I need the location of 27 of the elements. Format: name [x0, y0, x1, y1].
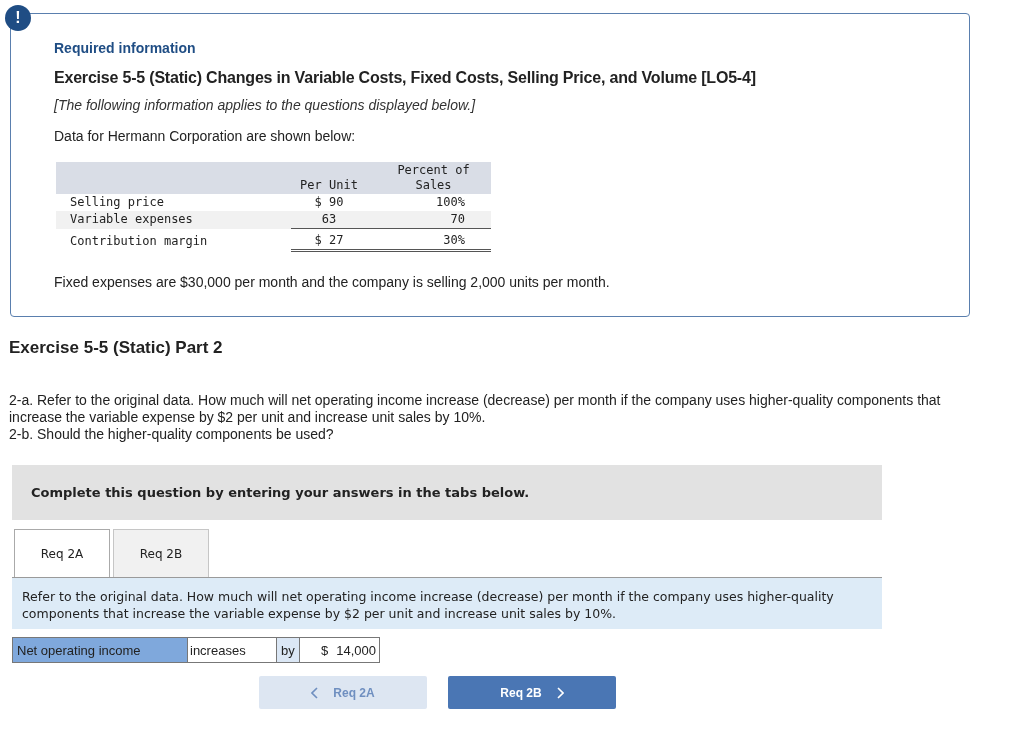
column-header: Per Unit — [291, 162, 367, 194]
intro-text: Data for Hermann Corporation are shown below: — [54, 128, 357, 144]
part-title: Exercise 5-5 (Static) Part 2 — [9, 338, 224, 358]
tab[interactable]: Req 2A — [14, 529, 110, 577]
section-label: Required information — [54, 40, 197, 56]
next-button[interactable]: Req 2B — [448, 676, 616, 709]
table-cell: $ 27 — [314, 233, 344, 247]
alert-icon: ! — [5, 5, 31, 31]
note-text: [The following information applies to the questions displayed below.] — [54, 97, 477, 113]
chevron-icon — [555, 686, 564, 699]
table-cell: 30% — [443, 233, 465, 247]
footer-text: Fixed expenses are $30,000 per month and the company is selling 2,000 units per month. — [54, 274, 611, 290]
question-text: 2-a. Refer to the original data. How much will net operating income increase (decrease) per month if the company uses higher-quality components that increase the variable expense by $2 per unit and increase unit sales by 10%. — [9, 392, 942, 426]
table-cell: $ 90 — [314, 195, 344, 209]
row-label: Selling price — [56, 194, 291, 211]
instruction-text: Complete this question by entering your answers in the tabs below. — [31, 485, 530, 500]
tab[interactable]: Req 2B — [113, 529, 209, 577]
question-text: 2-b. Should the higher-quality components be used? — [9, 426, 335, 443]
row-label: Variable expenses — [56, 211, 291, 229]
row-label: Contribution margin — [56, 228, 291, 251]
prompt-text: Refer to the original data. How much will net operating income increase (decrease) per month if the company uses higher-quality components that increase the variable expense by $2 per unit and increase unit sales by 10%. — [22, 589, 834, 621]
column-header: Percent of Sales — [367, 162, 491, 194]
table-cell: 70 — [450, 212, 465, 226]
table-cell: 100% — [436, 195, 465, 209]
exercise-title: Exercise 5-5 (Static) Changes in Variable Costs, Fixed Costs, Selling Price, and Volume [LO5-4] — [54, 69, 757, 87]
chevron-icon — [311, 686, 320, 699]
table-cell: 63 — [321, 212, 337, 226]
